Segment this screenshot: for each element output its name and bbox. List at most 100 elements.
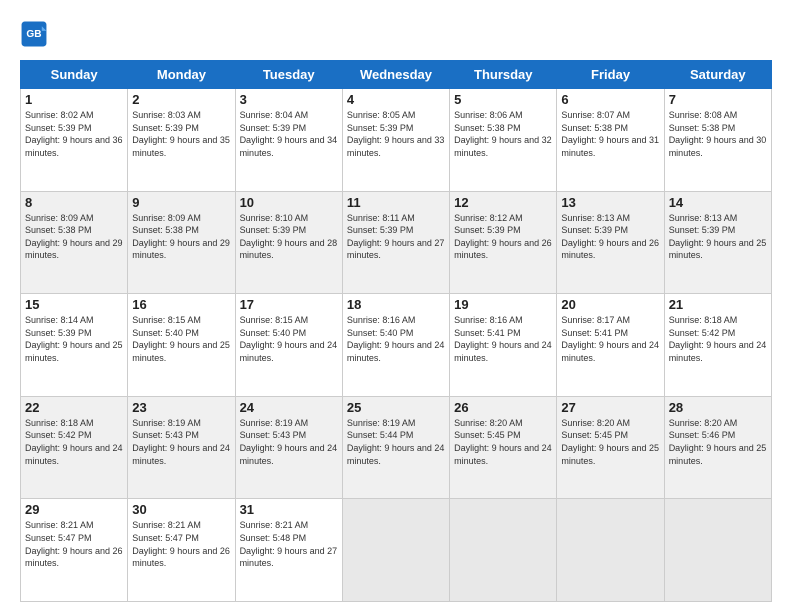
day-number: 29 bbox=[25, 502, 123, 517]
weekday-header-row: SundayMondayTuesdayWednesdayThursdayFrid… bbox=[21, 61, 772, 89]
day-cell bbox=[342, 499, 449, 602]
day-number: 17 bbox=[240, 297, 338, 312]
day-info: Sunrise: 8:20 AM Sunset: 5:45 PM Dayligh… bbox=[561, 417, 659, 467]
day-cell: 29 Sunrise: 8:21 AM Sunset: 5:47 PM Dayli… bbox=[21, 499, 128, 602]
day-cell: 30Sunrise: 8:21 AM Sunset: 5:47 PM Dayli… bbox=[128, 499, 235, 602]
day-number: 10 bbox=[240, 195, 338, 210]
day-info: Sunrise: 8:08 AM Sunset: 5:38 PM Dayligh… bbox=[669, 109, 767, 159]
day-info: Sunrise: 8:19 AM Sunset: 5:44 PM Dayligh… bbox=[347, 417, 445, 467]
day-number: 21 bbox=[669, 297, 767, 312]
day-cell: 10 Sunrise: 8:10 AM Sunset: 5:39 PM Dayli… bbox=[235, 191, 342, 294]
day-info: Sunrise: 8:18 AM Sunset: 5:42 PM Dayligh… bbox=[669, 314, 767, 364]
day-number: 9 bbox=[132, 195, 230, 210]
day-cell: 15 Sunrise: 8:14 AM Sunset: 5:39 PM Dayli… bbox=[21, 294, 128, 397]
day-info: Sunrise: 8:21 AM Sunset: 5:48 PM Dayligh… bbox=[240, 519, 338, 569]
day-info: Sunrise: 8:14 AM Sunset: 5:39 PM Dayligh… bbox=[25, 314, 123, 364]
calendar-table: SundayMondayTuesdayWednesdayThursdayFrid… bbox=[20, 60, 772, 602]
svg-text:GB: GB bbox=[26, 29, 41, 40]
day-number: 25 bbox=[347, 400, 445, 415]
day-number: 26 bbox=[454, 400, 552, 415]
day-info: Sunrise: 8:15 AM Sunset: 5:40 PM Dayligh… bbox=[240, 314, 338, 364]
day-number: 1 bbox=[25, 92, 123, 107]
day-info: Sunrise: 8:13 AM Sunset: 5:39 PM Dayligh… bbox=[669, 212, 767, 262]
day-cell: 26 Sunrise: 8:20 AM Sunset: 5:45 PM Dayli… bbox=[450, 396, 557, 499]
day-info: Sunrise: 8:16 AM Sunset: 5:40 PM Dayligh… bbox=[347, 314, 445, 364]
day-number: 14 bbox=[669, 195, 767, 210]
day-cell: 12 Sunrise: 8:12 AM Sunset: 5:39 PM Dayli… bbox=[450, 191, 557, 294]
day-cell: 27 Sunrise: 8:20 AM Sunset: 5:45 PM Dayli… bbox=[557, 396, 664, 499]
day-cell: 4 Sunrise: 8:05 AM Sunset: 5:39 PM Daylig… bbox=[342, 89, 449, 192]
day-info: Sunrise: 8:06 AM Sunset: 5:38 PM Dayligh… bbox=[454, 109, 552, 159]
weekday-tuesday: Tuesday bbox=[235, 61, 342, 89]
day-cell: 3 Sunrise: 8:04 AM Sunset: 5:39 PM Daylig… bbox=[235, 89, 342, 192]
day-info: Sunrise: 8:11 AM Sunset: 5:39 PM Dayligh… bbox=[347, 212, 445, 262]
day-number: 27 bbox=[561, 400, 659, 415]
day-info: Sunrise: 8:02 AM Sunset: 5:39 PM Dayligh… bbox=[25, 109, 123, 159]
week-row-1: 1 Sunrise: 8:02 AM Sunset: 5:39 PM Daylig… bbox=[21, 89, 772, 192]
day-cell: 22 Sunrise: 8:18 AM Sunset: 5:42 PM Dayli… bbox=[21, 396, 128, 499]
logo-icon: GB bbox=[20, 20, 48, 48]
day-cell: 6Sunrise: 8:07 AM Sunset: 5:38 PM Daylig… bbox=[557, 89, 664, 192]
day-info: Sunrise: 8:04 AM Sunset: 5:39 PM Dayligh… bbox=[240, 109, 338, 159]
day-cell: 18 Sunrise: 8:16 AM Sunset: 5:40 PM Dayli… bbox=[342, 294, 449, 397]
day-cell: 2 Sunrise: 8:03 AM Sunset: 5:39 PM Daylig… bbox=[128, 89, 235, 192]
day-cell bbox=[450, 499, 557, 602]
day-number: 22 bbox=[25, 400, 123, 415]
day-cell: 14 Sunrise: 8:13 AM Sunset: 5:39 PM Dayli… bbox=[664, 191, 771, 294]
day-info: Sunrise: 8:20 AM Sunset: 5:46 PM Dayligh… bbox=[669, 417, 767, 467]
page: GB SundayMondayTuesdayWednesdayThursdayF… bbox=[0, 0, 792, 612]
day-cell: 17 Sunrise: 8:15 AM Sunset: 5:40 PM Dayli… bbox=[235, 294, 342, 397]
header: GB bbox=[20, 20, 772, 48]
weekday-friday: Friday bbox=[557, 61, 664, 89]
weekday-sunday: Sunday bbox=[21, 61, 128, 89]
day-cell: 25 Sunrise: 8:19 AM Sunset: 5:44 PM Dayli… bbox=[342, 396, 449, 499]
day-cell: 16 Sunrise: 8:15 AM Sunset: 5:40 PM Dayli… bbox=[128, 294, 235, 397]
day-cell: 5 Sunrise: 8:06 AM Sunset: 5:38 PM Daylig… bbox=[450, 89, 557, 192]
day-number: 3 bbox=[240, 92, 338, 107]
day-info: Sunrise: 8:15 AM Sunset: 5:40 PM Dayligh… bbox=[132, 314, 230, 364]
day-number: 13 bbox=[561, 195, 659, 210]
day-number: 11 bbox=[347, 195, 445, 210]
logo: GB bbox=[20, 20, 50, 48]
day-cell: 11 Sunrise: 8:11 AM Sunset: 5:39 PM Dayli… bbox=[342, 191, 449, 294]
day-info: Sunrise: 8:05 AM Sunset: 5:39 PM Dayligh… bbox=[347, 109, 445, 159]
day-cell bbox=[664, 499, 771, 602]
day-info: Sunrise: 8:13 AM Sunset: 5:39 PM Dayligh… bbox=[561, 212, 659, 262]
week-row-5: 29 Sunrise: 8:21 AM Sunset: 5:47 PM Dayli… bbox=[21, 499, 772, 602]
day-number: 7 bbox=[669, 92, 767, 107]
day-number: 30 bbox=[132, 502, 230, 517]
day-info: Sunrise: 8:07 AM Sunset: 5:38 PM Dayligh… bbox=[561, 109, 659, 159]
day-info: Sunrise: 8:09 AM Sunset: 5:38 PM Dayligh… bbox=[25, 212, 123, 262]
day-number: 4 bbox=[347, 92, 445, 107]
day-info: Sunrise: 8:12 AM Sunset: 5:39 PM Dayligh… bbox=[454, 212, 552, 262]
day-number: 12 bbox=[454, 195, 552, 210]
day-number: 28 bbox=[669, 400, 767, 415]
week-row-3: 15 Sunrise: 8:14 AM Sunset: 5:39 PM Dayli… bbox=[21, 294, 772, 397]
day-cell: 9 Sunrise: 8:09 AM Sunset: 5:38 PM Daylig… bbox=[128, 191, 235, 294]
day-info: Sunrise: 8:19 AM Sunset: 5:43 PM Dayligh… bbox=[240, 417, 338, 467]
day-number: 15 bbox=[25, 297, 123, 312]
day-number: 2 bbox=[132, 92, 230, 107]
week-row-2: 8Sunrise: 8:09 AM Sunset: 5:38 PM Daylig… bbox=[21, 191, 772, 294]
day-info: Sunrise: 8:03 AM Sunset: 5:39 PM Dayligh… bbox=[132, 109, 230, 159]
day-number: 31 bbox=[240, 502, 338, 517]
weekday-monday: Monday bbox=[128, 61, 235, 89]
day-number: 16 bbox=[132, 297, 230, 312]
day-number: 5 bbox=[454, 92, 552, 107]
day-info: Sunrise: 8:20 AM Sunset: 5:45 PM Dayligh… bbox=[454, 417, 552, 467]
day-number: 18 bbox=[347, 297, 445, 312]
day-cell: 28 Sunrise: 8:20 AM Sunset: 5:46 PM Dayli… bbox=[664, 396, 771, 499]
day-info: Sunrise: 8:09 AM Sunset: 5:38 PM Dayligh… bbox=[132, 212, 230, 262]
week-row-4: 22 Sunrise: 8:18 AM Sunset: 5:42 PM Dayli… bbox=[21, 396, 772, 499]
day-number: 23 bbox=[132, 400, 230, 415]
day-info: Sunrise: 8:21 AM Sunset: 5:47 PM Dayligh… bbox=[25, 519, 123, 569]
day-cell bbox=[557, 499, 664, 602]
day-info: Sunrise: 8:19 AM Sunset: 5:43 PM Dayligh… bbox=[132, 417, 230, 467]
day-cell: 24Sunrise: 8:19 AM Sunset: 5:43 PM Dayli… bbox=[235, 396, 342, 499]
day-info: Sunrise: 8:10 AM Sunset: 5:39 PM Dayligh… bbox=[240, 212, 338, 262]
day-cell: 23 Sunrise: 8:19 AM Sunset: 5:43 PM Dayli… bbox=[128, 396, 235, 499]
day-info: Sunrise: 8:18 AM Sunset: 5:42 PM Dayligh… bbox=[25, 417, 123, 467]
day-cell: 20Sunrise: 8:17 AM Sunset: 5:41 PM Dayli… bbox=[557, 294, 664, 397]
day-cell: 19Sunrise: 8:16 AM Sunset: 5:41 PM Dayli… bbox=[450, 294, 557, 397]
weekday-wednesday: Wednesday bbox=[342, 61, 449, 89]
